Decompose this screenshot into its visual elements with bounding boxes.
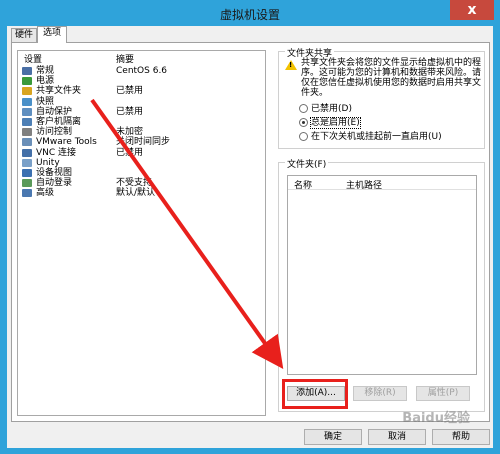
- list-item-summary: 已禁用: [116, 106, 144, 117]
- window-title: 虚拟机设置: [219, 8, 280, 22]
- device-view-icon: [22, 169, 32, 177]
- list-item-name: 访问控制: [36, 127, 73, 138]
- folders-list[interactable]: 名称 主机路径: [287, 175, 477, 375]
- list-item-summary: CentOS 6.6: [116, 66, 168, 76]
- list-item[interactable]: VNC 连接 已禁用: [18, 148, 265, 158]
- snapshot-icon: [22, 97, 32, 106]
- list-item-name: 自动保护: [36, 106, 73, 117]
- radio-always-enabled-dot[interactable]: [299, 118, 308, 127]
- shared-folder-icon: [22, 87, 32, 96]
- list-item[interactable]: 设备视图: [18, 168, 265, 178]
- list-item-name: 设备视图: [36, 168, 73, 178]
- list-item[interactable]: Unity: [18, 158, 265, 168]
- list-item-name: 电源: [36, 76, 55, 87]
- list-item[interactable]: 访问控制 未加密: [18, 127, 265, 137]
- properties-button[interactable]: 属性(P): [416, 386, 470, 401]
- list-item[interactable]: 客户机隔离: [18, 117, 265, 127]
- radio-disabled-dot[interactable]: [299, 104, 308, 113]
- settings-list-header: 设置 摘要: [18, 51, 265, 65]
- column-name: 名称: [294, 181, 313, 191]
- sharing-warning-text: 共享文件夹会将您的文件显示给虚拟机中的程序。这可能为您的计算机和数据带来风险。请…: [301, 58, 482, 98]
- column-host-path: 主机路径: [346, 181, 383, 191]
- list-item[interactable]: 自动保护 已禁用: [18, 107, 265, 117]
- folders-group: 文件夹(F) 名称 主机路径: [278, 157, 485, 412]
- unity-icon: [22, 158, 32, 167]
- list-item-summary: 不受支持: [116, 178, 153, 189]
- folders-title: 文件夹(F): [285, 157, 329, 170]
- general-icon: [22, 67, 32, 75]
- radio-disabled-label: 已禁用(D): [311, 104, 352, 114]
- list-item-summary: 关闭时间同步: [116, 137, 171, 148]
- list-item-name: Unity: [36, 157, 60, 168]
- vmware-tools-icon: [22, 138, 32, 147]
- advanced-icon: [22, 189, 32, 198]
- list-item-summary: 默认/默认: [116, 188, 156, 199]
- list-item-name: 共享文件夹: [36, 86, 82, 97]
- list-item-name: VNC 连接: [36, 147, 77, 158]
- vnc-icon: [22, 148, 32, 157]
- list-item-name: 客户机隔离: [36, 117, 82, 127]
- list-item-name: 快照: [36, 96, 55, 107]
- list-item[interactable]: 高级 默认/默认: [18, 188, 265, 198]
- list-item[interactable]: 共享文件夹 已禁用: [18, 86, 265, 96]
- list-item-summary: 已禁用: [116, 86, 144, 97]
- watermark: Baidu经验: [402, 411, 470, 426]
- list-item[interactable]: 常规 CentOS 6.6: [18, 66, 265, 76]
- radio-until-poweroff-label: 在下次关机或挂起前一直启用(U): [311, 132, 442, 142]
- list-item-summary: 已禁用: [116, 147, 144, 158]
- column-setting: 设置: [24, 55, 43, 65]
- radio-always-enabled-label: 总是启用(E): [310, 117, 361, 129]
- autologin-icon: [22, 179, 32, 188]
- access-control-icon: [22, 128, 32, 137]
- folders-list-header: 名称 主机路径: [288, 176, 476, 191]
- warning-icon: [285, 60, 297, 70]
- list-item-summary: 未加密: [116, 127, 144, 138]
- tab-hardware[interactable]: 硬件: [11, 28, 37, 42]
- remove-button[interactable]: 移除(R): [353, 386, 407, 401]
- ok-button[interactable]: 确定: [304, 429, 362, 445]
- help-button[interactable]: 帮助: [432, 429, 490, 445]
- folder-sharing-group: 文件夹共享 共享文件夹会将您的文件显示给虚拟机中的程序。这可能为您的计算机和数据…: [278, 46, 485, 149]
- isolation-icon: [22, 118, 32, 126]
- autoprotect-icon: [22, 107, 32, 116]
- close-button[interactable]: x: [450, 0, 494, 20]
- list-item[interactable]: VMware Tools 关闭时间同步: [18, 137, 265, 147]
- column-summary: 摘要: [116, 55, 135, 65]
- list-item-name: 自动登录: [36, 178, 73, 189]
- list-item[interactable]: 自动登录 不受支持: [18, 178, 265, 188]
- title-bar[interactable]: 虚拟机设置 x: [0, 0, 500, 26]
- radio-until-poweroff-dot[interactable]: [299, 132, 308, 141]
- list-item-name: 高级: [36, 188, 55, 199]
- list-item-name: 常规: [36, 66, 55, 76]
- settings-list[interactable]: 设置 摘要 常规 CentOS 6.6 电源 共享文件夹 已禁用 快照 自动保护 已禁用 客户机…: [17, 50, 266, 416]
- list-item[interactable]: 电源: [18, 76, 265, 86]
- tab-options[interactable]: 选项: [37, 26, 67, 43]
- list-item-name: VMware Tools: [36, 137, 97, 148]
- power-icon: [22, 77, 32, 86]
- list-item[interactable]: 快照: [18, 97, 265, 107]
- annotation-highlight-box: [282, 379, 348, 409]
- cancel-button[interactable]: 取消: [368, 429, 426, 445]
